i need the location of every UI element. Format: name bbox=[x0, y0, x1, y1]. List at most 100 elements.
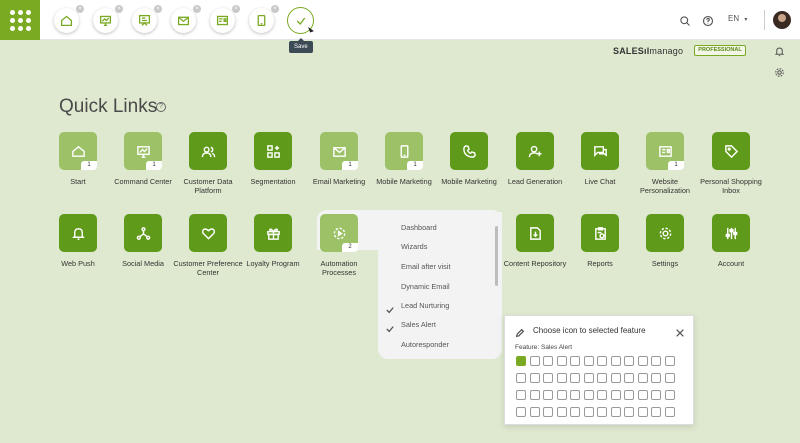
dropdown-item-dynamic-email[interactable]: Dynamic Email bbox=[401, 282, 450, 291]
icon-option[interactable] bbox=[610, 356, 621, 366]
icon-option[interactable] bbox=[597, 356, 607, 366]
icon-option[interactable] bbox=[664, 373, 675, 383]
chevron-down-icon: ▾ bbox=[744, 17, 748, 23]
icon-option[interactable] bbox=[637, 373, 648, 383]
dropdown-item-autoresponder[interactable]: Autoresponder bbox=[401, 340, 449, 349]
icon-option[interactable] bbox=[610, 407, 621, 417]
icon-option[interactable] bbox=[529, 407, 540, 417]
icon-option[interactable] bbox=[543, 373, 553, 383]
icon-option[interactable] bbox=[543, 356, 553, 366]
dropdown-item-email-after-visit[interactable]: Email after visit bbox=[401, 262, 450, 271]
icon-option[interactable] bbox=[624, 356, 634, 366]
tile-mobile-marketing[interactable]: 1 bbox=[385, 132, 423, 170]
icon-option[interactable] bbox=[583, 356, 594, 366]
icon-option[interactable] bbox=[529, 373, 540, 383]
help-button[interactable] bbox=[702, 14, 714, 27]
tile-automation-processes[interactable]: 2 bbox=[320, 214, 358, 252]
icon-option[interactable] bbox=[637, 356, 648, 366]
tile-account[interactable] bbox=[712, 214, 750, 252]
icon-option[interactable] bbox=[570, 390, 580, 400]
icon-option[interactable] bbox=[597, 373, 607, 383]
icon-option[interactable] bbox=[516, 373, 526, 383]
icon-option[interactable] bbox=[529, 356, 540, 366]
icon-option[interactable] bbox=[597, 390, 607, 400]
icon-option[interactable] bbox=[664, 356, 675, 366]
tile-web-push[interactable] bbox=[59, 214, 97, 252]
icon-option[interactable] bbox=[610, 373, 621, 383]
remove-shortcut-icon[interactable]: × bbox=[115, 5, 123, 13]
shortcut-home[interactable]: × bbox=[54, 5, 84, 33]
icon-option[interactable] bbox=[556, 407, 567, 417]
icon-option[interactable] bbox=[570, 373, 580, 383]
user-avatar[interactable] bbox=[773, 11, 791, 29]
brand-name-bold: SALES bbox=[613, 46, 645, 56]
shortcut-presentation[interactable]: × bbox=[132, 5, 162, 33]
remove-shortcut-icon[interactable]: × bbox=[193, 5, 201, 13]
shortcut-mobile[interactable]: × bbox=[249, 5, 279, 33]
tile-personal-shopping-inbox[interactable] bbox=[712, 132, 750, 170]
icon-option[interactable] bbox=[637, 390, 648, 400]
tile-content-repository[interactable] bbox=[516, 214, 554, 252]
tile-command-center[interactable]: 1 bbox=[124, 132, 162, 170]
icon-option[interactable] bbox=[624, 407, 634, 417]
icon-option[interactable] bbox=[610, 390, 621, 400]
dropdown-item-sales-alert[interactable]: Sales Alert bbox=[401, 320, 436, 329]
tile-reports[interactable] bbox=[581, 214, 619, 252]
notifications-button[interactable] bbox=[774, 44, 786, 57]
icon-option[interactable] bbox=[583, 390, 594, 400]
icon-option[interactable] bbox=[624, 390, 634, 400]
home-icon bbox=[60, 15, 73, 27]
tile-start[interactable]: 1 bbox=[59, 132, 97, 170]
settings-button[interactable] bbox=[774, 65, 786, 77]
dropdown-scrollbar[interactable] bbox=[495, 226, 498, 286]
icon-option[interactable] bbox=[651, 373, 661, 383]
tile-settings[interactable] bbox=[646, 214, 684, 252]
icon-option[interactable] bbox=[583, 407, 594, 417]
selected-heart-icon[interactable] bbox=[516, 356, 526, 366]
tile-email-marketing[interactable]: 1 bbox=[320, 132, 358, 170]
icon-option[interactable] bbox=[664, 390, 675, 400]
icon-option[interactable] bbox=[543, 407, 553, 417]
help-circle-icon[interactable]: ? bbox=[156, 102, 166, 112]
icon-option[interactable] bbox=[597, 407, 607, 417]
close-button[interactable] bbox=[675, 325, 685, 337]
shortcut-command-center[interactable]: × bbox=[93, 5, 123, 33]
icon-option[interactable] bbox=[651, 390, 661, 400]
icon-option[interactable] bbox=[516, 407, 526, 417]
icon-option[interactable] bbox=[637, 407, 648, 417]
icon-option[interactable] bbox=[543, 390, 553, 400]
tile-mobile-marketing-phone[interactable] bbox=[450, 132, 488, 170]
icon-option[interactable] bbox=[556, 356, 567, 366]
icon-option[interactable] bbox=[570, 356, 580, 366]
icon-option[interactable] bbox=[624, 373, 634, 383]
icon-option[interactable] bbox=[651, 407, 661, 417]
app-launcher-button[interactable] bbox=[0, 0, 40, 40]
tile-customer-preference-center[interactable] bbox=[189, 214, 227, 252]
icon-option[interactable] bbox=[556, 373, 567, 383]
remove-shortcut-icon[interactable]: × bbox=[154, 5, 162, 13]
shortcut-email[interactable]: × bbox=[171, 5, 201, 33]
dropdown-item-dashboard[interactable]: Dashboard bbox=[401, 223, 437, 232]
search-button[interactable] bbox=[679, 14, 691, 26]
language-selector[interactable]: EN ▾ bbox=[728, 14, 747, 23]
shortcut-website-personalization[interactable]: × bbox=[210, 5, 240, 33]
icon-option[interactable] bbox=[570, 407, 580, 417]
remove-shortcut-icon[interactable]: × bbox=[232, 5, 240, 13]
icon-option[interactable] bbox=[583, 373, 594, 383]
tile-lead-generation[interactable] bbox=[516, 132, 554, 170]
tile-website-personalization[interactable]: 1 bbox=[646, 132, 684, 170]
icon-option[interactable] bbox=[664, 407, 675, 417]
remove-shortcut-icon[interactable]: × bbox=[76, 5, 84, 13]
icon-option[interactable] bbox=[529, 390, 540, 400]
tile-live-chat[interactable] bbox=[581, 132, 619, 170]
dropdown-item-lead-nurturing[interactable]: Lead Nurturing bbox=[401, 301, 449, 310]
icon-option[interactable] bbox=[556, 390, 567, 400]
tile-loyalty-program[interactable] bbox=[254, 214, 292, 252]
dropdown-item-wizards[interactable]: Wizards bbox=[401, 242, 427, 251]
icon-option[interactable] bbox=[651, 356, 661, 366]
icon-option[interactable] bbox=[516, 390, 526, 400]
tile-segmentation[interactable] bbox=[254, 132, 292, 170]
remove-shortcut-icon[interactable]: × bbox=[271, 5, 279, 13]
tile-social-media[interactable] bbox=[124, 214, 162, 252]
tile-customer-data-platform[interactable] bbox=[189, 132, 227, 170]
